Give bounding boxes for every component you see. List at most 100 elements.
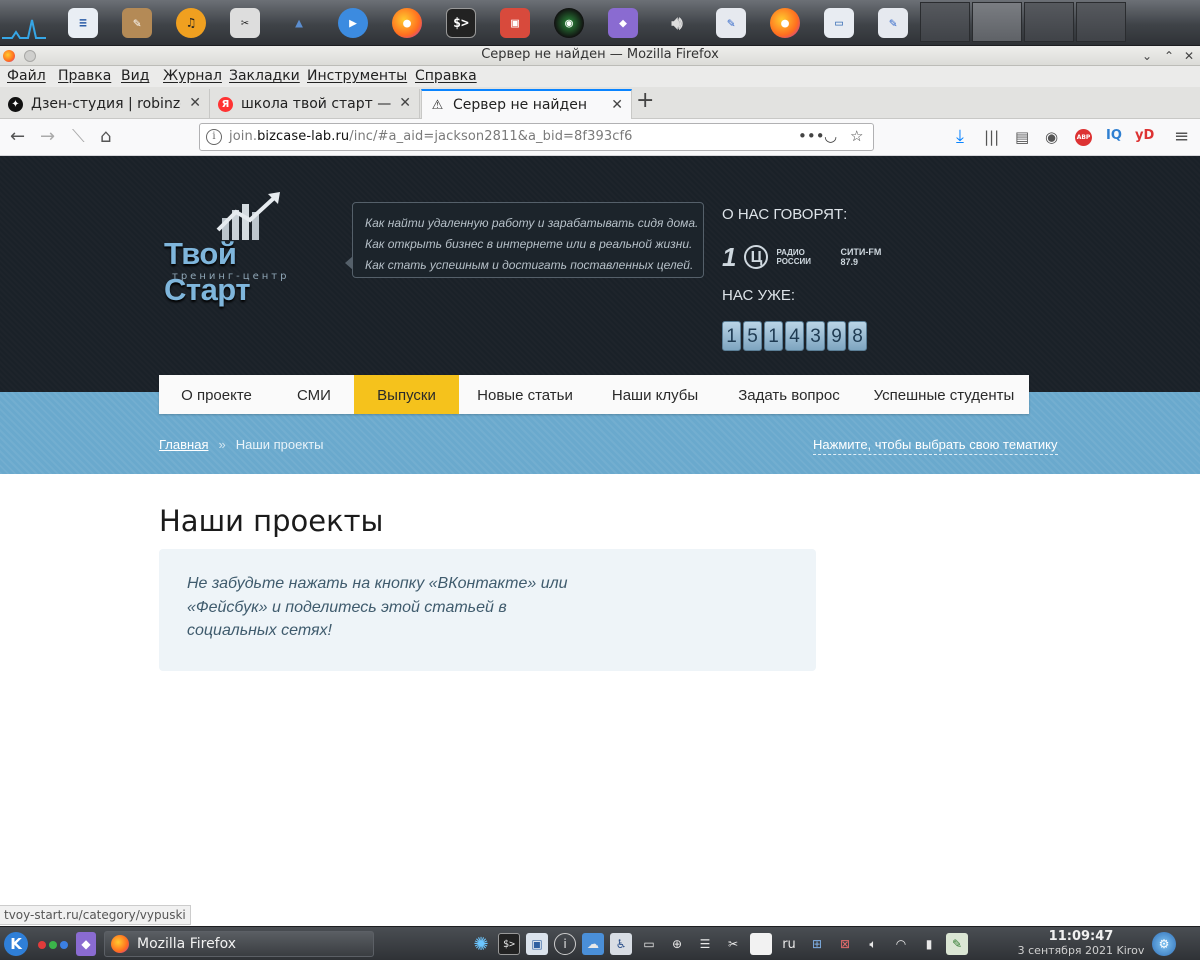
close-window-icon[interactable]: ✕ (1180, 46, 1198, 66)
launcher-tools[interactable]: ▲ (272, 4, 326, 42)
menu-view[interactable]: Вид (121, 68, 149, 84)
network-device-icon[interactable]: ⊕ (666, 933, 688, 955)
drive-icon[interactable]: ▭ (638, 933, 660, 955)
virtualbox-icon[interactable]: ◆ (76, 932, 96, 956)
library-icon[interactable]: ||| (984, 128, 999, 146)
battery-icon[interactable]: ▮ (918, 933, 940, 955)
back-icon[interactable]: ← (10, 126, 25, 147)
menu-edit[interactable]: Правка (58, 68, 111, 84)
downloads-icon[interactable]: ⤓ (956, 126, 964, 147)
tab-server-not-found[interactable]: ⚠ Сервер не найден ✕ (421, 89, 632, 119)
counter-digit: 1 (764, 321, 783, 351)
info-icon[interactable]: i (554, 933, 576, 955)
launcher-gimp[interactable]: ✎ (110, 4, 164, 42)
nav-ask-question[interactable]: Задать вопрос (719, 375, 859, 414)
channel-one-logo[interactable]: 1 (722, 242, 736, 273)
yandex-disk-icon[interactable]: yD (1135, 128, 1154, 143)
launcher-editor[interactable]: ✎ (704, 4, 758, 42)
network-icon[interactable]: ⊞ (806, 933, 828, 955)
launcher-camera[interactable]: ◉ (542, 4, 596, 42)
task-firefox[interactable]: Mozilla Firefox (104, 931, 374, 957)
site-logo[interactable]: Твой Старт тренинг-центр (162, 192, 327, 307)
topic-selector-link[interactable]: Нажмите, чтобы выбрать свою тематику (813, 437, 1058, 455)
window-titlebar[interactable]: Сервер не найден — Mozilla Firefox ⌄ ⌃ ✕ (0, 46, 1200, 66)
notes-pencil-icon[interactable]: ✎ (946, 933, 968, 955)
nav-clubs[interactable]: Наши клубы (591, 375, 719, 414)
kde-menu-icon[interactable]: K (4, 932, 28, 956)
clock[interactable]: 11:09:47 3 сентября 2021 Kirov (1006, 929, 1156, 957)
bookmark-star-icon[interactable]: ☆ (850, 127, 863, 145)
activity-dots-icon[interactable] (38, 941, 68, 949)
url-text[interactable]: join.bizcase-lab.ru/inc/#a_aid=jackson28… (229, 129, 633, 144)
city-fm-logo[interactable]: СИТИ-FM 87.9 (840, 247, 886, 267)
sidebar-icon[interactable]: ▤ (1015, 128, 1029, 146)
clock-time: 11:09:47 (1048, 929, 1114, 944)
growth-arrow-icon (216, 192, 280, 240)
network-globe-icon[interactable]: ⚙ (1152, 932, 1176, 956)
launcher-audacity[interactable]: ♫ (164, 4, 218, 42)
close-tab-icon[interactable]: ✕ (189, 95, 201, 111)
wifi-icon[interactable]: ◠ (890, 933, 912, 955)
counter-digit: 4 (785, 321, 804, 351)
minimize-icon[interactable]: ⌄ (1138, 46, 1156, 66)
tab-zen-studio[interactable]: ✦ Дзен-студия | robinzoid ✕ (0, 89, 210, 119)
maximize-icon[interactable]: ⌃ (1160, 46, 1178, 66)
launcher-volume[interactable]: 🔊︎ (650, 4, 704, 42)
nav-media[interactable]: СМИ (274, 375, 354, 414)
close-tab-icon[interactable]: ✕ (611, 97, 623, 113)
launcher-firefox-2[interactable]: ● (758, 4, 812, 42)
tab-yandex[interactable]: Я школа твой старт — Янде ✕ (210, 89, 420, 119)
address-bar[interactable]: i join.bizcase-lab.ru/inc/#a_aid=jackson… (199, 123, 874, 151)
adblock-icon[interactable]: ABP (1075, 129, 1092, 146)
forward-icon[interactable]: → (40, 126, 55, 147)
desktop-4[interactable] (1076, 2, 1126, 42)
desktop-bottom-panel: K ◆ Mozilla Firefox ✺ $> ▣ i ☁ ♿ ▭ ⊕ ☰ ✂… (0, 926, 1200, 960)
menu-tools[interactable]: Инструменты (307, 68, 407, 84)
desktop-3[interactable] (1024, 2, 1074, 42)
nav-issues[interactable]: Выпуски (354, 375, 459, 414)
menu-history[interactable]: Журнал (163, 68, 222, 84)
hamburger-menu-icon[interactable]: ≡ (1174, 126, 1189, 147)
nav-about[interactable]: О проекте (159, 375, 274, 414)
site-info-icon[interactable]: i (206, 129, 222, 145)
launcher-vm[interactable]: ◆ (596, 4, 650, 42)
weather-icon[interactable]: ☁ (582, 933, 604, 955)
close-tab-icon[interactable]: ✕ (399, 95, 411, 111)
terminal-icon[interactable]: $> (498, 933, 520, 955)
desktop-2[interactable] (972, 2, 1022, 42)
nav-successful-students[interactable]: Успешные студенты (859, 375, 1029, 414)
launcher-video-editor[interactable]: ✂ (218, 4, 272, 42)
tray-menu-icon[interactable]: ☰ (694, 933, 716, 955)
tsentr-tv-logo[interactable]: Ц (744, 245, 769, 269)
clipboard-scissors-icon[interactable]: ✂ (722, 933, 744, 955)
launcher-terminal[interactable]: $> (434, 4, 488, 42)
launcher-notes[interactable]: ✎ (866, 4, 920, 42)
menu-help[interactable]: Справка (415, 68, 477, 84)
launcher-media-player[interactable]: ▶ (326, 4, 380, 42)
stop-icon[interactable]: ⟍ (72, 126, 85, 147)
pocket-icon[interactable]: ◡ (824, 127, 837, 145)
accessibility-icon[interactable]: ♿ (610, 933, 632, 955)
volume-icon[interactable]: 🔈︎ (862, 933, 884, 955)
menu-bookmarks[interactable]: Закладки (229, 68, 300, 84)
screenshot-icon[interactable]: ▣ (526, 933, 548, 955)
launcher-writer[interactable]: ≡ (56, 4, 110, 42)
launcher-software[interactable]: ▣ (488, 4, 542, 42)
iq-icon[interactable]: IQ (1106, 128, 1122, 143)
network-disconnected-icon[interactable]: ⊠ (834, 933, 856, 955)
nav-new-articles[interactable]: Новые статьи (459, 375, 591, 414)
extension-icon[interactable]: ◉ (1045, 128, 1058, 146)
spark-icon[interactable]: ✺ (470, 933, 492, 955)
page-actions-icon[interactable]: ••• (798, 127, 825, 145)
menu-file[interactable]: Файл (7, 68, 46, 84)
desktop-1[interactable] (920, 2, 970, 42)
zen-icon: ✦ (8, 96, 23, 112)
launcher-remote-desktop[interactable]: ▭ (812, 4, 866, 42)
new-tab-icon[interactable]: + (636, 88, 654, 113)
blank-note-icon[interactable] (750, 933, 772, 955)
home-icon[interactable]: ⌂ (100, 126, 111, 147)
launcher-firefox[interactable]: ● (380, 4, 434, 42)
breadcrumb-home-link[interactable]: Главная (159, 437, 208, 452)
radio-russia-logo[interactable]: РАДИО РОССИИ (776, 248, 826, 266)
keyboard-layout[interactable]: ru (778, 933, 800, 955)
